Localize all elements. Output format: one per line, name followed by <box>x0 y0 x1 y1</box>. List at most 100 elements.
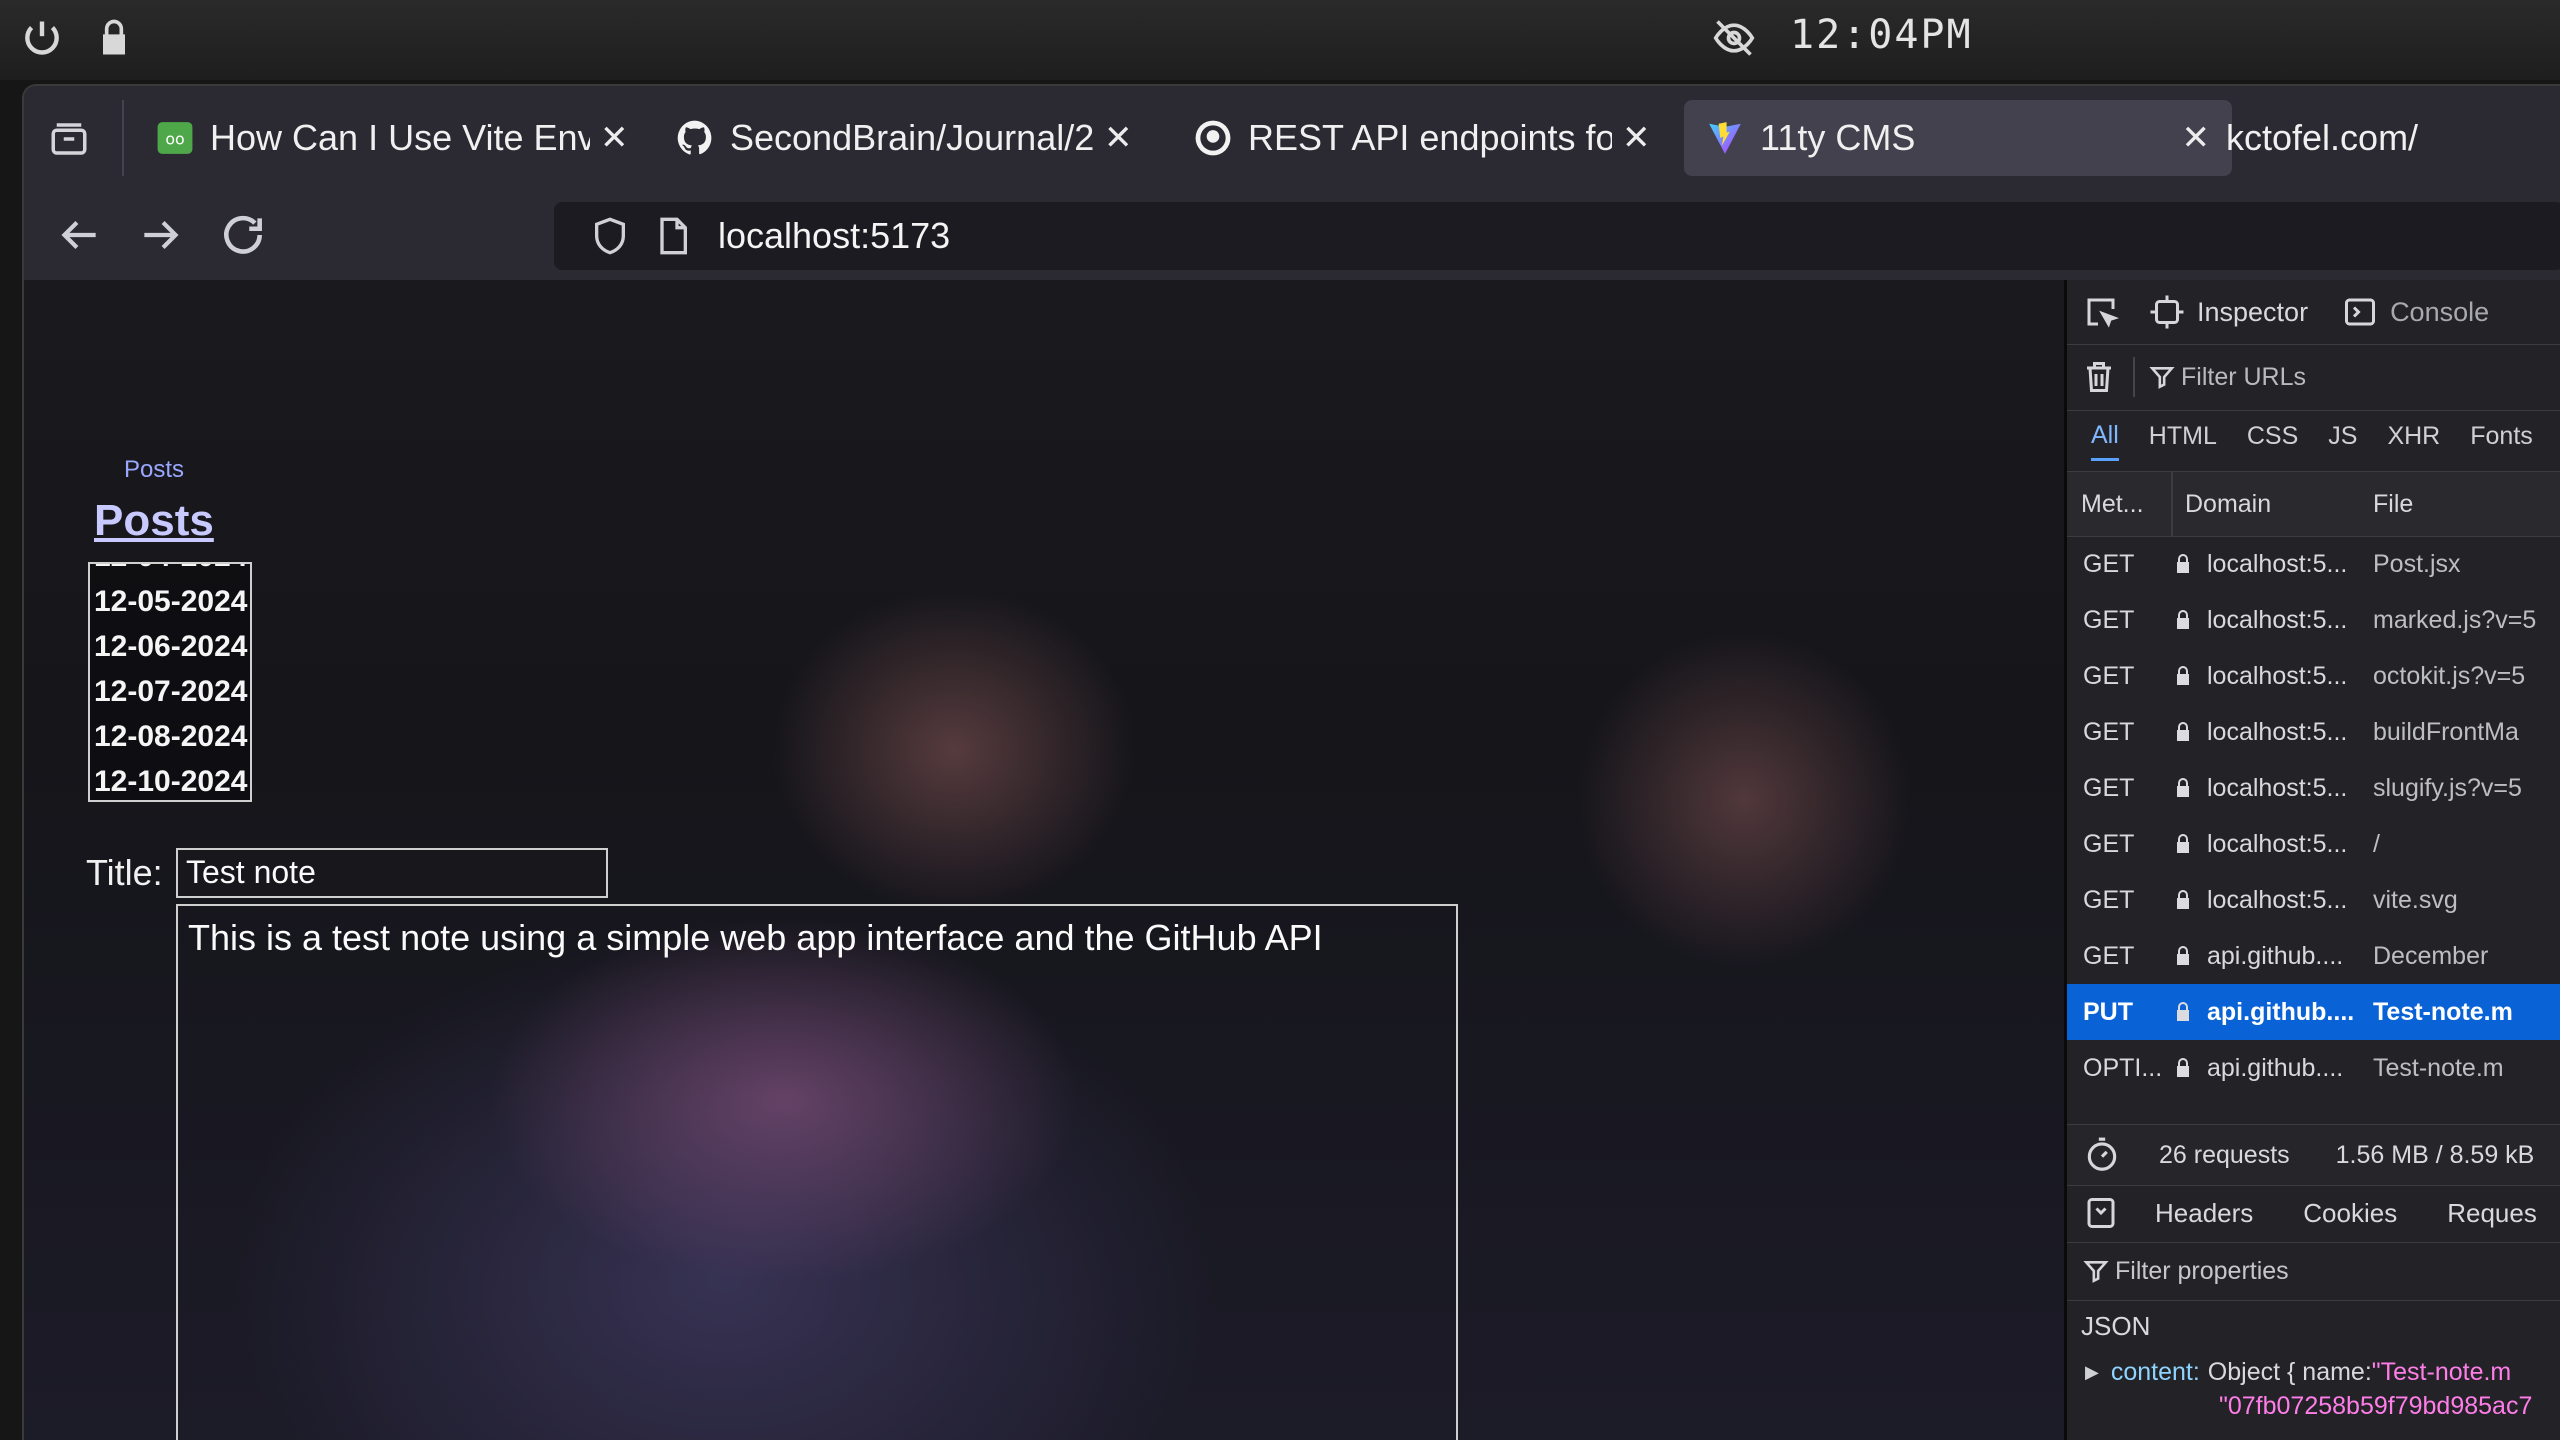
arrow-right-icon[interactable] <box>136 210 186 260</box>
navigation-bar: localhost:5173 <box>24 190 2560 280</box>
breadcrumb[interactable]: Posts <box>124 456 184 484</box>
type-filter-all[interactable]: All <box>2091 421 2119 461</box>
clock: 12:04PM <box>1790 12 1973 58</box>
json-string: "07fb07258b59f79bd985ac7 <box>2219 1392 2533 1420</box>
element-picker-icon[interactable] <box>2083 294 2119 330</box>
request-file: octokit.js?v=5 <box>2373 661 2526 690</box>
github-icon <box>677 120 712 155</box>
toolbar-divider <box>2133 357 2135 397</box>
lock-icon <box>2177 890 2189 909</box>
body-textarea[interactable]: This is a test note using a simple web a… <box>176 904 1458 1440</box>
request-file: December <box>2373 941 2489 970</box>
list-item[interactable]: 12-08-2024 <box>90 714 250 759</box>
tab-kctofel[interactable]: kctofel.com/ <box>2226 100 2560 176</box>
title-input[interactable]: Test note <box>176 848 608 898</box>
panel-toggle-icon[interactable] <box>2083 1195 2119 1231</box>
lock-icon <box>2177 610 2189 629</box>
request-domain: api.github.... <box>2207 941 2344 970</box>
url-bar[interactable]: localhost:5173 <box>554 202 2560 270</box>
request-file: Test-note.m <box>2373 997 2513 1026</box>
tab-console[interactable]: Console <box>2390 297 2489 328</box>
lock-icon <box>2177 1058 2189 1077</box>
tab-close-icon[interactable]: ✕ <box>600 118 629 158</box>
column-domain[interactable]: Domain <box>2173 490 2373 519</box>
json-key: content: <box>2110 1357 2200 1386</box>
tab-11ty-cms[interactable]: 11ty CMS ✕ <box>1684 100 2232 176</box>
json-label[interactable]: JSON <box>2081 1311 2150 1342</box>
list-item[interactable]: 12-05-2024 <box>90 579 250 624</box>
table-row[interactable]: GET localhost:5... buildFrontMa <box>2067 704 2560 760</box>
json-row[interactable]: ▶ content: Object { name: "Test-note.m <box>2067 1352 2511 1392</box>
table-row[interactable]: GET localhost:5... vite.svg <box>2067 872 2560 928</box>
list-item[interactable]: 12-04-2024 <box>90 564 250 579</box>
request-count: 26 requests <box>2159 1140 2290 1169</box>
tab-close-icon[interactable]: ✕ <box>1622 118 1651 158</box>
request-method: GET <box>2083 661 2135 690</box>
tab-overview-icon[interactable] <box>48 118 90 160</box>
table-row[interactable]: GET localhost:5... marked.js?v=5 <box>2067 592 2560 648</box>
request-domain: localhost:5... <box>2207 549 2348 578</box>
table-row[interactable]: GET localhost:5... / <box>2067 816 2560 872</box>
page-viewport: Posts Posts 12-04-2024 12-05-2024 12-06-… <box>24 280 2064 1440</box>
list-item[interactable]: 12-07-2024 <box>90 669 250 714</box>
shield-icon[interactable] <box>590 216 630 256</box>
request-domain: localhost:5... <box>2207 717 2348 746</box>
lock-icon <box>2177 666 2189 685</box>
stopwatch-icon[interactable] <box>2083 1136 2121 1174</box>
tab-title: How Can I Use Vite Env V <box>210 117 590 158</box>
request-domain: localhost:5... <box>2207 773 2348 802</box>
url-text[interactable]: localhost:5173 <box>718 215 950 257</box>
table-row[interactable]: GET localhost:5... slugify.js?v=5 <box>2067 760 2560 816</box>
type-filter-fonts[interactable]: Fonts <box>2470 422 2533 459</box>
type-filter-css[interactable]: CSS <box>2247 422 2298 459</box>
table-row[interactable]: OPTI... api.github.... Test-note.m <box>2067 1040 2560 1096</box>
list-item[interactable]: 12-06-2024 <box>90 624 250 669</box>
type-filter-html[interactable]: HTML <box>2149 422 2217 459</box>
column-method[interactable]: Met... <box>2067 490 2171 519</box>
github-icon <box>1195 120 1231 156</box>
page-title[interactable]: Posts <box>94 496 214 546</box>
post-list[interactable]: 12-04-2024 12-05-2024 12-06-2024 12-07-2… <box>88 562 252 802</box>
json-section-header: JSON <box>2067 1300 2560 1352</box>
list-item[interactable]: 12-10-2024 <box>90 759 250 800</box>
tab-secondbrain[interactable]: SecondBrain/Journal/202 ✕ <box>676 100 1136 176</box>
request-method: GET <box>2083 773 2135 802</box>
type-filter-js[interactable]: JS <box>2328 422 2357 459</box>
tab-rest-api[interactable]: REST API endpoints for r ✕ <box>1194 100 1654 176</box>
filter-urls-input[interactable]: Filter URLs <box>2181 363 2306 392</box>
request-file: slugify.js?v=5 <box>2373 773 2522 802</box>
type-filter-xhr[interactable]: XHR <box>2387 422 2440 459</box>
arrow-left-icon[interactable] <box>54 210 104 260</box>
table-row[interactable]: GET localhost:5... Post.jsx <box>2067 536 2560 592</box>
eye-off-icon[interactable] <box>1712 16 1756 60</box>
column-file[interactable]: File <box>2373 490 2413 519</box>
request-domain: localhost:5... <box>2207 605 2348 634</box>
trash-icon[interactable] <box>2081 359 2117 395</box>
table-row[interactable]: GET api.github.... December <box>2067 928 2560 984</box>
detail-tabs: Headers Cookies Reques <box>2067 1184 2560 1243</box>
tab-inspector[interactable]: Inspector <box>2197 297 2308 328</box>
green-site-icon: oo <box>157 122 193 154</box>
filter-properties-input[interactable]: Filter properties <box>2115 1257 2289 1286</box>
filter-properties-bar: Filter properties <box>2067 1242 2560 1301</box>
tab-close-icon[interactable]: ✕ <box>2182 118 2211 158</box>
table-row[interactable]: PUT api.github.... Test-note.m <box>2067 984 2560 1040</box>
browser-window: oo How Can I Use Vite Env V ✕ SecondBrai… <box>22 84 2560 1440</box>
tab-request[interactable]: Reques <box>2447 1198 2537 1229</box>
table-row[interactable]: GET localhost:5... octokit.js?v=5 <box>2067 648 2560 704</box>
power-icon[interactable] <box>20 16 64 60</box>
tab-headers[interactable]: Headers <box>2155 1198 2253 1229</box>
page-icon[interactable] <box>652 216 692 256</box>
lock-icon <box>2177 1002 2189 1021</box>
reload-icon[interactable] <box>218 210 268 260</box>
tab-title: kctofel.com/ <box>2226 117 2419 158</box>
expand-triangle-icon[interactable]: ▶ <box>2085 1362 2099 1383</box>
request-file: marked.js?v=5 <box>2373 605 2537 634</box>
lock-icon[interactable] <box>92 16 136 60</box>
request-method: PUT <box>2083 997 2133 1026</box>
svg-text:oo: oo <box>165 129 184 148</box>
tab-vite-env[interactable]: oo How Can I Use Vite Env V ✕ <box>156 100 636 176</box>
tab-close-icon[interactable]: ✕ <box>1104 118 1133 158</box>
request-list: GET localhost:5... Post.jsx GET localhost:5.… <box>2067 536 2560 1096</box>
tab-cookies[interactable]: Cookies <box>2303 1198 2397 1229</box>
